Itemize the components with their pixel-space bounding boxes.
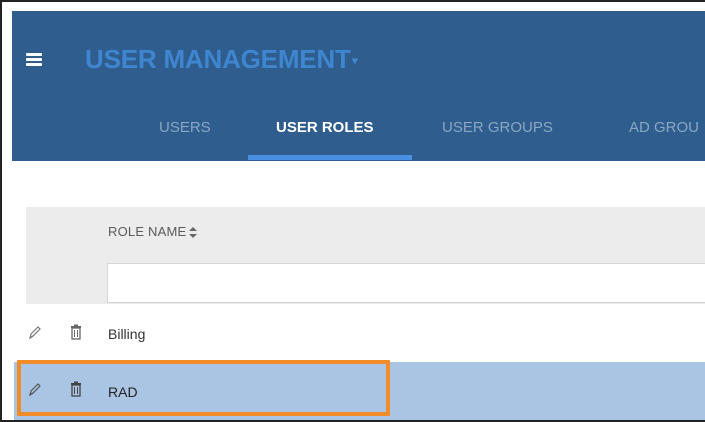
app-window: USER MANAGEMENT▾ USERS USER ROLES USER G… bbox=[0, 0, 705, 422]
edit-pencil-icon[interactable] bbox=[28, 324, 42, 340]
tab-bar: USERS USER ROLES USER GROUPS AD GROU bbox=[12, 109, 705, 161]
chevron-down-icon: ▾ bbox=[351, 53, 359, 68]
tab-user-groups[interactable]: USER GROUPS bbox=[442, 119, 553, 136]
table-row-selected[interactable]: RAD bbox=[14, 362, 705, 420]
tab-users[interactable]: USERS bbox=[159, 119, 211, 136]
role-name-cell: Billing bbox=[108, 326, 146, 342]
column-header-role-name[interactable]: ROLE NAME bbox=[108, 224, 198, 239]
table-row[interactable]: Billing bbox=[14, 307, 705, 359]
delete-trash-icon[interactable] bbox=[69, 381, 83, 397]
grid-header: ROLE NAME bbox=[26, 207, 705, 304]
app-header: USER MANAGEMENT▾ USERS USER ROLES USER G… bbox=[12, 11, 705, 161]
tab-user-roles[interactable]: USER ROLES bbox=[276, 119, 374, 136]
column-header-label: ROLE NAME bbox=[108, 224, 187, 239]
tab-ad-groups[interactable]: AD GROU bbox=[629, 119, 699, 136]
active-tab-indicator bbox=[248, 155, 412, 160]
delete-trash-icon[interactable] bbox=[69, 324, 83, 340]
hamburger-icon[interactable] bbox=[26, 53, 42, 66]
app-title-dropdown[interactable]: USER MANAGEMENT▾ bbox=[85, 44, 358, 75]
edit-pencil-icon[interactable] bbox=[28, 381, 42, 397]
sort-icon[interactable] bbox=[189, 227, 198, 239]
page-title: USER MANAGEMENT bbox=[85, 44, 351, 74]
role-name-cell: RAD bbox=[108, 384, 138, 400]
role-name-filter-input[interactable] bbox=[107, 263, 705, 303]
